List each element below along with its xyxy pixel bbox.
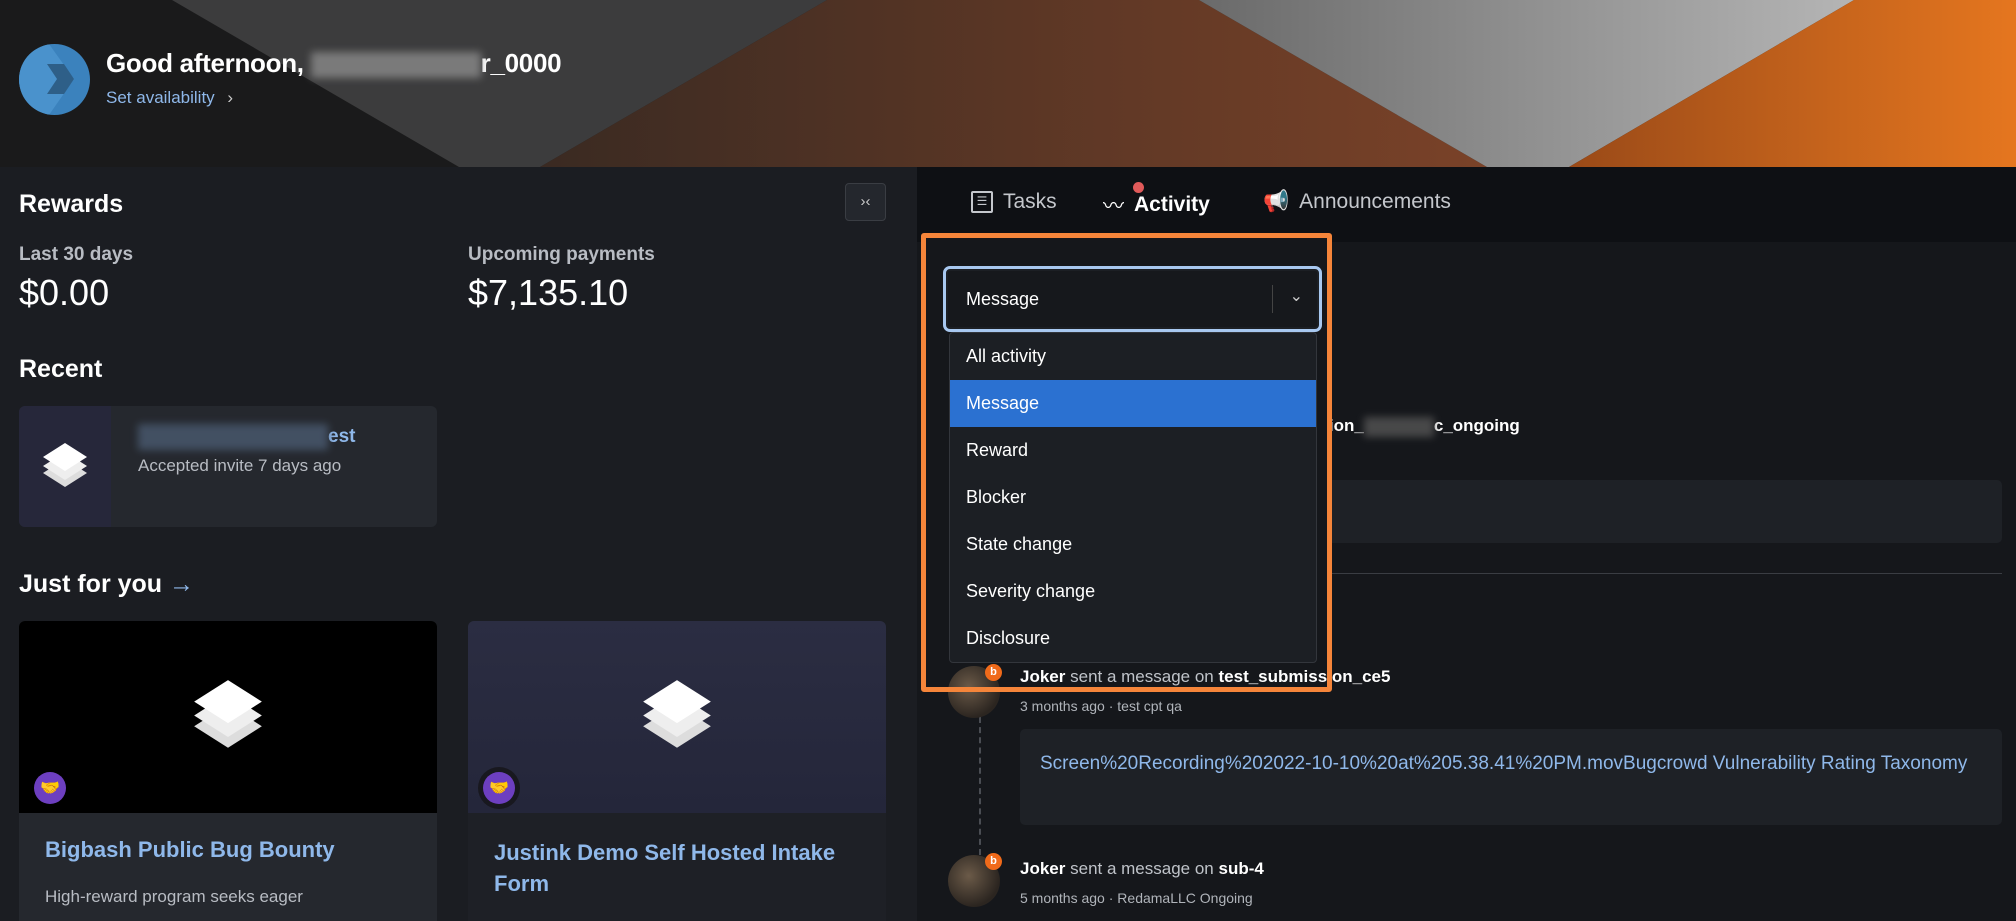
activity-item-title: Joker sent a message on test_submission_… [1020, 667, 1390, 686]
recent-program-card[interactable]: est Accepted invite 7 days ago [19, 406, 437, 527]
activity-user[interactable]: Joker [1020, 667, 1065, 686]
username-suffix: r_0000 [480, 48, 562, 78]
greeting-text: Good afternoon, [106, 48, 304, 78]
handshake-icon: 🤝 [483, 772, 515, 804]
option-state-change[interactable]: State change [950, 521, 1316, 568]
last30-value: $0.00 [19, 272, 110, 313]
tab-activity[interactable]: 〰 Activity [1103, 182, 1210, 220]
program-card[interactable]: 🤝 Justink Demo Self Hosted Intake Form [468, 621, 886, 921]
layers-icon [194, 680, 262, 748]
list-icon: ☰ [971, 191, 993, 213]
activity-target[interactable]: sub-4 [1219, 859, 1264, 878]
notification-dot [1133, 182, 1144, 193]
set-availability-link[interactable]: Set availability › [106, 88, 233, 108]
activity-message-box: Screen%20Recording%202022-10-10%20at%205… [1020, 729, 2002, 825]
megaphone-icon: 📢 [1263, 190, 1290, 213]
bugcrowd-badge-icon: b [985, 853, 1002, 870]
option-blocker[interactable]: Blocker [950, 474, 1316, 521]
upcoming-value: $7,135.10 [468, 272, 629, 313]
activity-program: RedamaLLC Ongoing [1117, 890, 1253, 906]
just-for-you-label: Just for you [19, 570, 163, 598]
activity-item-title: ssion_ c_ongoing [1310, 416, 1520, 437]
option-message[interactable]: Message [950, 380, 1316, 427]
tab-label: Tasks [1003, 190, 1057, 213]
selected-value: Message [966, 288, 1040, 309]
collapse-icon: ›‹ [860, 193, 871, 210]
upcoming-label: Upcoming payments [468, 244, 655, 265]
rewards-title: Rewards [19, 190, 124, 218]
tab-label: Announcements [1299, 190, 1451, 213]
activity-time: 5 months ago [1020, 890, 1105, 906]
tab-announcements[interactable]: 📢 Announcements [1263, 190, 1451, 214]
activity-target[interactable]: test_submission_ce5 [1219, 667, 1391, 686]
timeline-line [979, 717, 981, 855]
tab-label: Activity [1134, 193, 1210, 216]
program-name-suffix: est [328, 426, 356, 448]
user-avatar[interactable] [19, 44, 90, 115]
handshake-icon: 🤝 [34, 772, 66, 804]
activity-time: 3 months ago [1020, 698, 1105, 714]
collapse-panel-button[interactable]: ›‹ [845, 183, 886, 221]
option-reward[interactable]: Reward [950, 427, 1316, 474]
redacted-target [1363, 416, 1434, 437]
program-card[interactable]: 🤝 Bigbash Public Bug Bounty High-reward … [19, 621, 437, 921]
activity-item-title: Joker sent a message on sub-4 [1020, 859, 1264, 878]
activity-program: test cpt qa [1117, 698, 1182, 714]
activity-user[interactable]: Joker [1020, 859, 1065, 878]
last30-label: Last 30 days [19, 244, 134, 265]
just-for-you-title[interactable]: Just for you → [19, 570, 194, 599]
program-image [19, 621, 437, 813]
program-title[interactable]: Justink Demo Self Hosted Intake Form [494, 837, 874, 899]
bugcrowd-badge-icon: b [985, 664, 1002, 681]
activity-action: sent a message on [1070, 859, 1214, 878]
hero-banner [0, 0, 2016, 167]
layers-icon [643, 680, 711, 748]
chevron-right-icon: › [227, 88, 234, 107]
recent-title: Recent [19, 355, 103, 383]
banner-background [172, 0, 2016, 167]
program-title[interactable]: Bigbash Public Bug Bounty [45, 837, 335, 863]
recent-program-name[interactable]: est [138, 424, 355, 450]
tab-bar [917, 167, 2016, 242]
option-all-activity[interactable]: All activity [950, 333, 1316, 380]
layers-icon [19, 406, 111, 527]
message-link[interactable]: Screen%20Recording%202022-10-10%20at%205… [1040, 753, 1967, 774]
filter-options-menu: All activity Message Reward Blocker Stat… [949, 332, 1317, 663]
activity-target-suffix: c_ongoing [1433, 416, 1520, 435]
activity-meta: 3 months ago · test cpt qa [1020, 698, 1182, 714]
activity-icon: 〰 [1103, 182, 1144, 220]
program-image [468, 621, 886, 813]
redacted-program-name [138, 424, 328, 450]
greeting: Good afternoon, r_0000 [106, 48, 562, 79]
option-severity-change[interactable]: Severity change [950, 568, 1316, 615]
chevron-down-icon: ⌄ [1289, 288, 1303, 305]
arrow-right-icon: → [169, 570, 195, 598]
activity-action: sent a message on [1070, 667, 1214, 686]
activity-meta: 5 months ago · RedamaLLC Ongoing [1020, 890, 1253, 906]
option-disclosure[interactable]: Disclosure [950, 615, 1316, 662]
redacted-username [310, 52, 481, 79]
separator [1272, 285, 1273, 313]
tab-tasks[interactable]: ☰ Tasks [971, 190, 1057, 214]
activity-filter-select[interactable]: Message ⌄ [943, 266, 1322, 332]
program-description: High-reward program seeks eager [45, 887, 303, 906]
recent-subtitle: Accepted invite 7 days ago [138, 456, 342, 475]
set-availability-label: Set availability [106, 88, 215, 107]
